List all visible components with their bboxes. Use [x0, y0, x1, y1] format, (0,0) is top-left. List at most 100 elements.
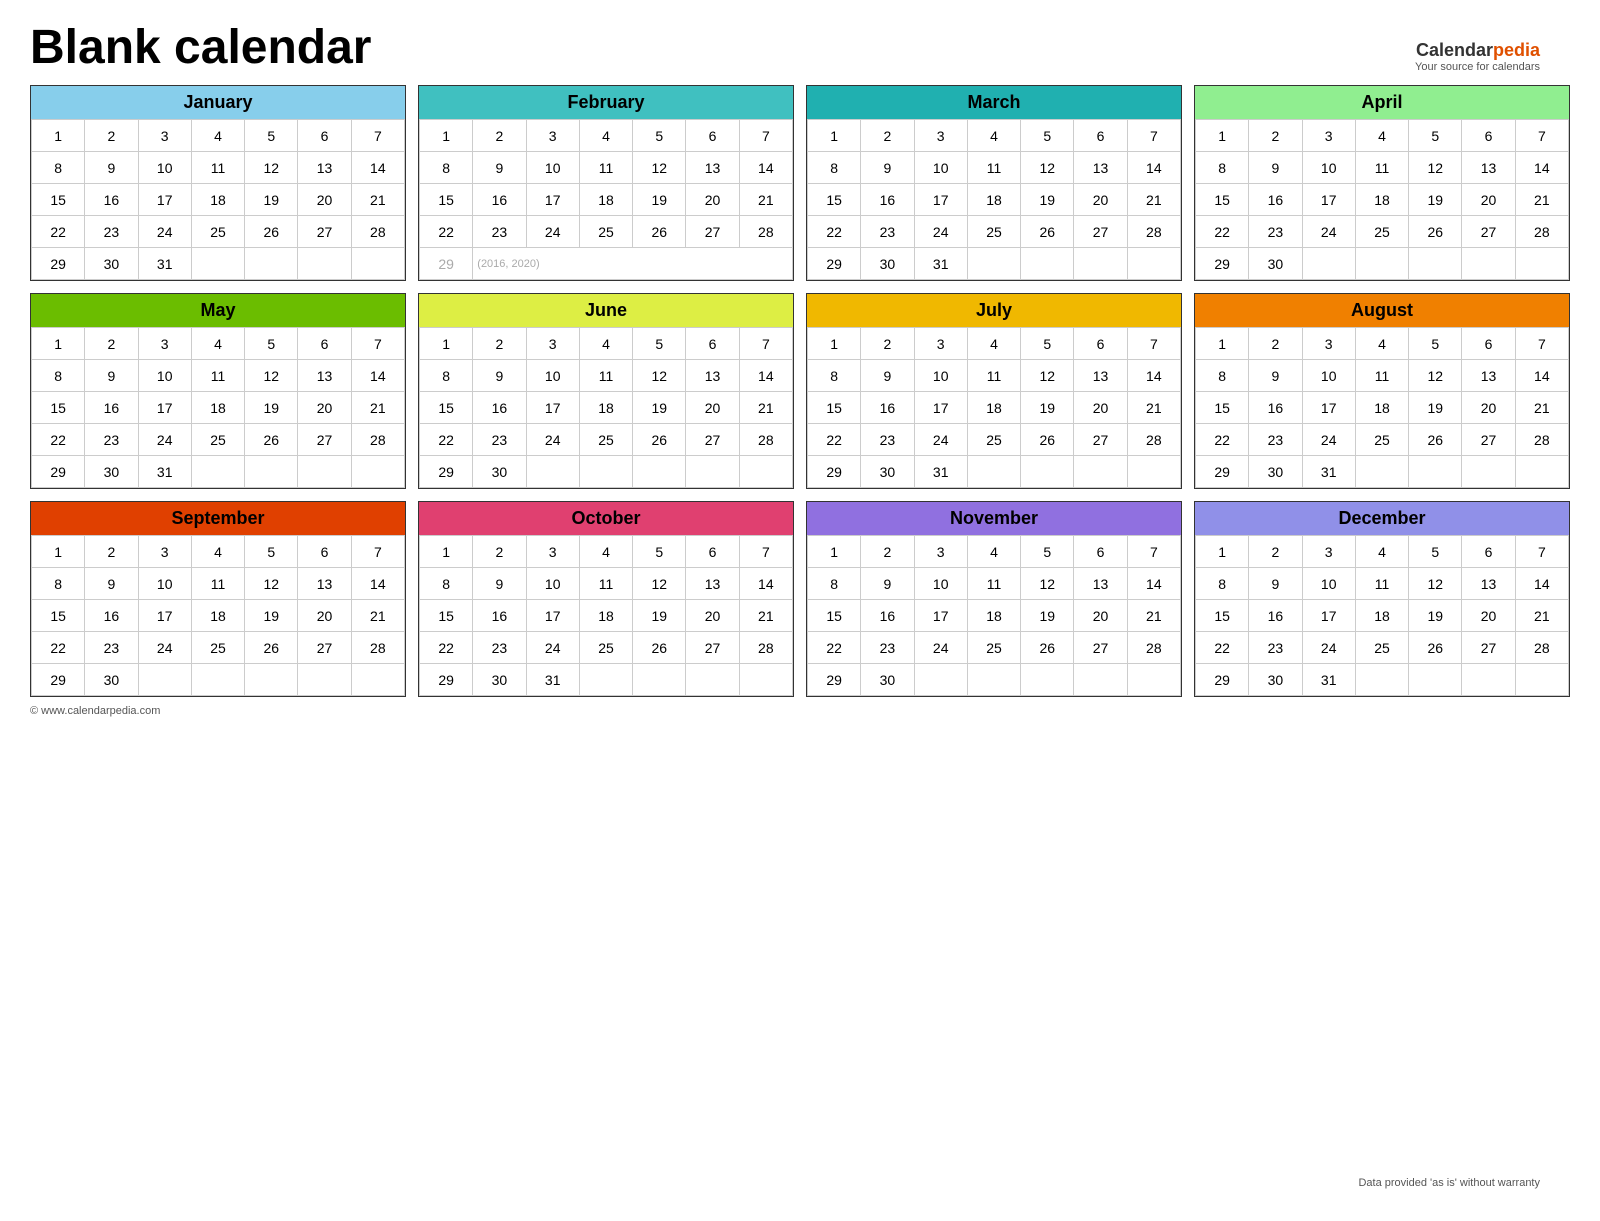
day-cell: 14 — [1515, 360, 1568, 392]
day-cell: 29 — [1196, 456, 1249, 488]
day-cell: 4 — [191, 536, 244, 568]
day-cell: 8 — [808, 152, 861, 184]
day-cell: 18 — [1355, 600, 1408, 632]
day-cell: 6 — [1074, 536, 1127, 568]
day-cell: 18 — [191, 600, 244, 632]
day-cell: 3 — [1302, 536, 1355, 568]
day-cell — [298, 664, 351, 696]
day-cell: 19 — [245, 392, 298, 424]
day-cell: 31 — [138, 248, 191, 280]
month-block-november: November12345678910111213141516171819202… — [806, 501, 1182, 697]
day-cell: 27 — [298, 424, 351, 456]
day-cell — [1409, 456, 1462, 488]
day-cell: 27 — [298, 216, 351, 248]
day-cell: 14 — [351, 360, 404, 392]
day-cell — [967, 456, 1020, 488]
day-cell: 29 — [808, 456, 861, 488]
month-block-june: June123456789101112131415161718192021222… — [418, 293, 794, 489]
day-cell: 17 — [138, 184, 191, 216]
day-cell: 15 — [1196, 184, 1249, 216]
day-cell: 25 — [967, 216, 1020, 248]
day-cell — [739, 456, 792, 488]
day-cell: 29 — [808, 664, 861, 696]
day-cell: 15 — [32, 184, 85, 216]
day-cell: 2 — [1249, 536, 1302, 568]
day-cell: 16 — [1249, 392, 1302, 424]
day-cell: 7 — [351, 536, 404, 568]
day-cell: 24 — [526, 632, 579, 664]
day-cell: 31 — [1302, 664, 1355, 696]
day-cell: 25 — [1355, 216, 1408, 248]
day-cell: 19 — [245, 600, 298, 632]
day-cell: 12 — [1409, 568, 1462, 600]
month-table-december: 1234567891011121314151617181920212223242… — [1195, 535, 1569, 696]
day-cell: 17 — [1302, 392, 1355, 424]
page-title: Blank calendar — [30, 20, 1570, 75]
day-cell: 13 — [1074, 360, 1127, 392]
day-cell: 25 — [967, 424, 1020, 456]
day-cell: 9 — [1249, 152, 1302, 184]
day-cell: 9 — [861, 360, 914, 392]
day-cell: 20 — [298, 600, 351, 632]
day-cell: 23 — [861, 424, 914, 456]
day-cell: 18 — [579, 600, 632, 632]
month-table-august: 1234567891011121314151617181920212223242… — [1195, 327, 1569, 488]
day-cell: 8 — [32, 568, 85, 600]
day-cell: 15 — [32, 600, 85, 632]
day-cell: 10 — [138, 568, 191, 600]
day-cell: 9 — [1249, 360, 1302, 392]
day-cell: 20 — [1074, 600, 1127, 632]
month-header-september: September — [31, 502, 405, 535]
day-cell: 19 — [633, 392, 686, 424]
day-cell: 7 — [1515, 328, 1568, 360]
day-cell: 11 — [191, 360, 244, 392]
day-cell: 7 — [739, 536, 792, 568]
day-cell: 22 — [32, 424, 85, 456]
day-cell: 3 — [138, 120, 191, 152]
day-cell: 23 — [1249, 424, 1302, 456]
day-cell: 6 — [1462, 120, 1515, 152]
day-cell: 7 — [351, 328, 404, 360]
month-table-june: 1234567891011121314151617181920212223242… — [419, 327, 793, 488]
day-cell: 28 — [351, 632, 404, 664]
day-cell: 29 — [32, 664, 85, 696]
day-cell: 14 — [739, 360, 792, 392]
day-cell: 2 — [1249, 328, 1302, 360]
day-cell — [686, 664, 739, 696]
day-cell: 26 — [633, 632, 686, 664]
month-table-september: 1234567891011121314151617181920212223242… — [31, 535, 405, 696]
day-cell: 11 — [967, 360, 1020, 392]
day-cell: 20 — [1462, 392, 1515, 424]
day-cell: 10 — [138, 360, 191, 392]
day-cell: 27 — [686, 424, 739, 456]
day-cell: 22 — [1196, 216, 1249, 248]
day-cell: 3 — [526, 328, 579, 360]
day-cell: 28 — [1515, 632, 1568, 664]
day-cell: 8 — [1196, 568, 1249, 600]
day-cell: 8 — [32, 360, 85, 392]
day-cell: 20 — [298, 392, 351, 424]
day-cell: 9 — [473, 568, 526, 600]
day-cell: 17 — [138, 392, 191, 424]
day-cell: 28 — [351, 424, 404, 456]
day-cell: 11 — [579, 152, 632, 184]
leap-note: (2016, 2020) — [473, 248, 793, 280]
day-cell: 14 — [739, 568, 792, 600]
day-cell: 10 — [1302, 152, 1355, 184]
day-cell: 24 — [1302, 424, 1355, 456]
day-cell: 24 — [526, 424, 579, 456]
day-cell: 19 — [245, 184, 298, 216]
logo-pedia-text: pedia — [1493, 40, 1540, 60]
day-cell: 5 — [633, 120, 686, 152]
day-cell: 25 — [579, 424, 632, 456]
day-cell: 21 — [1127, 600, 1180, 632]
day-cell — [1515, 664, 1568, 696]
day-cell: 7 — [739, 328, 792, 360]
day-cell: 5 — [245, 120, 298, 152]
day-cell: 10 — [1302, 360, 1355, 392]
day-cell: 22 — [808, 424, 861, 456]
month-block-august: August1234567891011121314151617181920212… — [1194, 293, 1570, 489]
day-cell: 22 — [420, 216, 473, 248]
day-cell: 21 — [351, 600, 404, 632]
day-cell: 13 — [1074, 568, 1127, 600]
